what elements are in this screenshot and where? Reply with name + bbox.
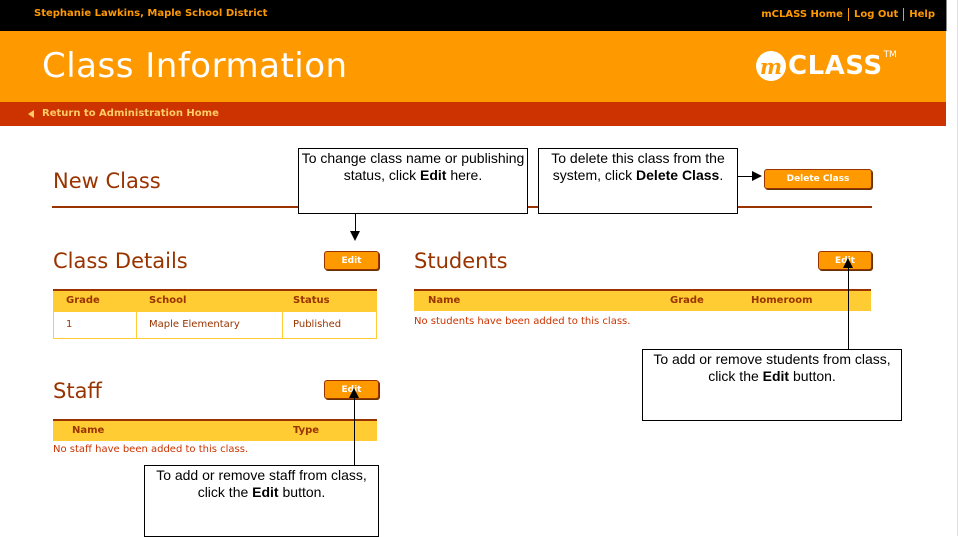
logo-text: CLASS — [788, 51, 883, 81]
callout-text: To change class name or publishing statu… — [301, 150, 525, 183]
callout-text: here. — [446, 167, 483, 183]
callout-edit-class: To change class name or publishing statu… — [298, 148, 528, 214]
staff-empty-message: No staff have been added to this class. — [53, 444, 249, 455]
cell-status: Published — [293, 319, 342, 330]
class-name-heading: New Class — [53, 169, 161, 193]
column-header-status: Status — [293, 295, 330, 306]
column-header-type: Type — [293, 425, 320, 436]
class-details-heading: Class Details — [53, 249, 188, 273]
callout-bold: Delete Class — [636, 167, 720, 183]
callout-students: To add or remove students from class, cl… — [642, 349, 902, 421]
cell-divider — [136, 311, 137, 339]
top-nav: mCLASS Home Log Out Help — [756, 8, 940, 21]
callout-text: button. — [789, 368, 836, 384]
nav-log-out-link[interactable]: Log Out — [849, 9, 903, 20]
callout-bold: Edit — [419, 167, 447, 183]
logo-trademark: TM — [883, 50, 897, 60]
callout-text: . — [719, 167, 724, 183]
page-title: Class Information — [42, 46, 348, 86]
students-heading: Students — [414, 249, 508, 273]
students-empty-message: No students have been added to this clas… — [414, 316, 631, 327]
back-arrow-icon — [28, 109, 34, 118]
callout-delete-class: To delete this class from the system, cl… — [538, 148, 738, 214]
arrow-down-icon — [350, 231, 360, 241]
staff-heading: Staff — [53, 379, 102, 403]
return-link-label: Return to Administration Home — [42, 108, 219, 119]
callout-line — [354, 397, 355, 466]
column-header-school: School — [149, 295, 187, 306]
column-header-grade: Grade — [670, 295, 704, 306]
delete-class-button[interactable]: Delete Class — [764, 169, 872, 189]
column-header-grade: Grade — [66, 295, 100, 306]
callout-staff: To add or remove staff from class, click… — [144, 465, 379, 537]
column-header-name: Name — [428, 295, 461, 306]
callout-bold: Edit — [252, 484, 279, 500]
cell-divider — [282, 311, 283, 339]
cell-grade: 1 — [66, 319, 73, 330]
arrow-right-icon — [752, 171, 762, 181]
return-admin-home-link[interactable]: Return to Administration Home — [28, 108, 219, 119]
logo-m-mark: m — [756, 51, 786, 81]
callout-bold: Edit — [762, 368, 790, 384]
class-details-edit-button[interactable]: Edit — [324, 251, 379, 270]
topbar-edge — [946, 0, 947, 31]
mclass-logo: m CLASS TM — [756, 48, 897, 84]
column-header-homeroom: Homeroom — [751, 295, 813, 306]
callout-line — [848, 267, 849, 350]
nav-help-link[interactable]: Help — [904, 9, 940, 20]
cell-school: Maple Elementary — [149, 319, 240, 330]
column-header-name: Name — [72, 425, 105, 436]
callout-text: button. — [278, 484, 326, 500]
nav-mclass-home-link[interactable]: mCLASS Home — [756, 9, 848, 20]
user-info: Stephanie Lawkins, Maple School District — [34, 8, 268, 19]
